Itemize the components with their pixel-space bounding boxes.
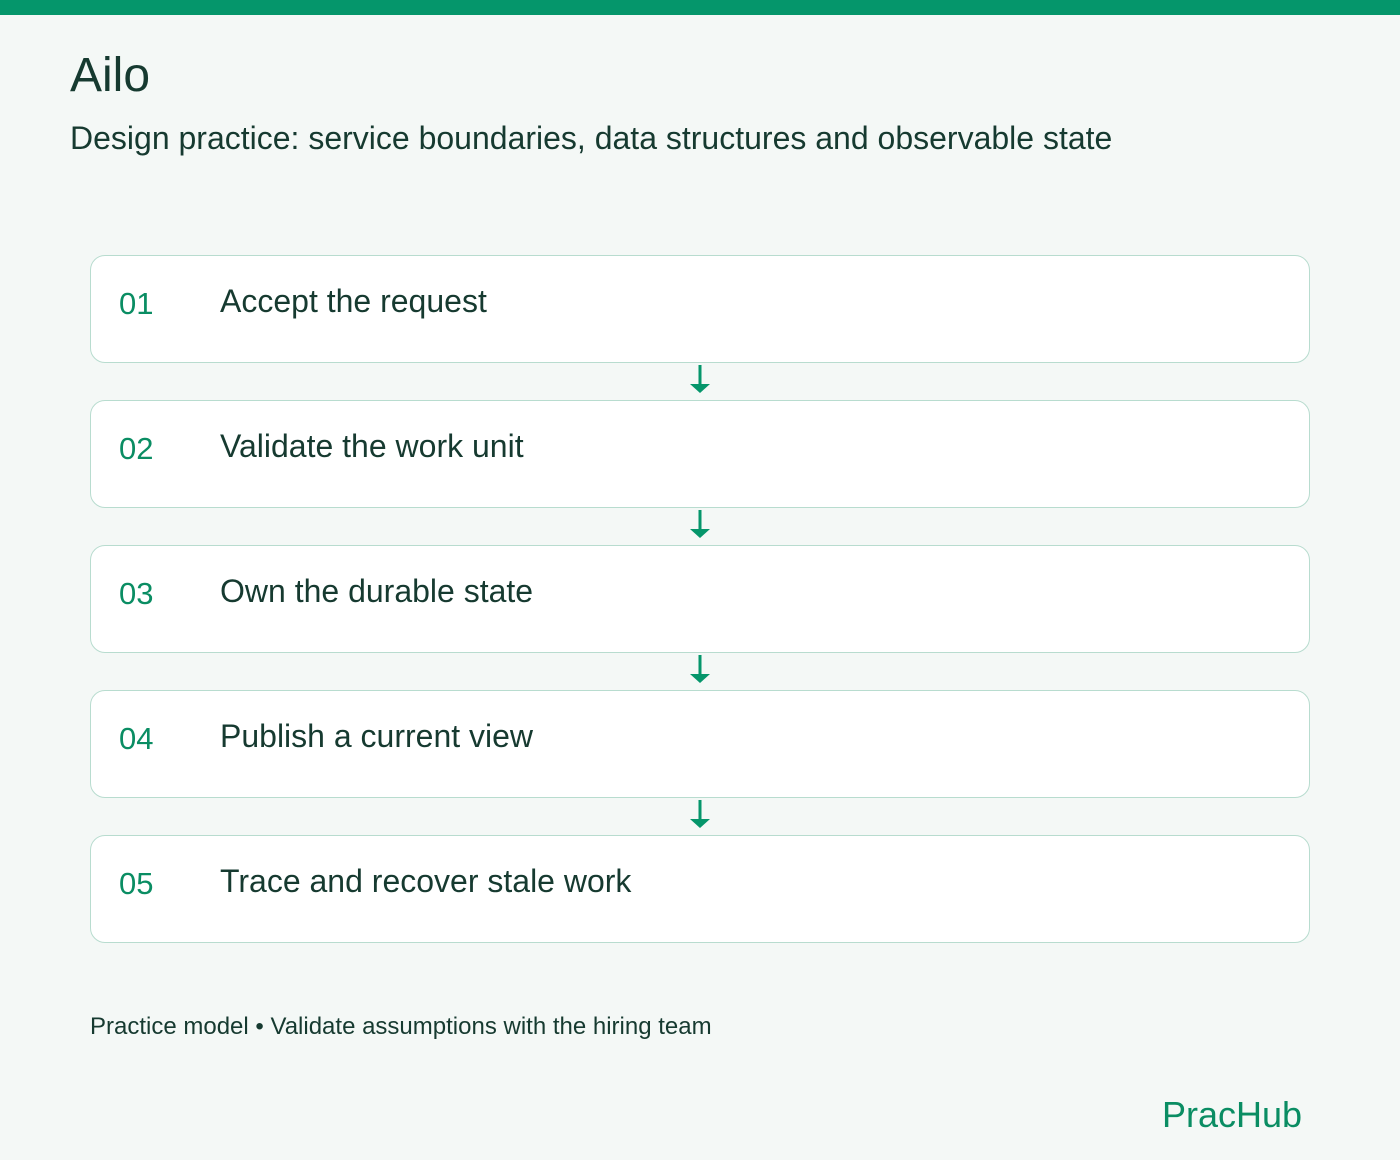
step-number: 01	[119, 286, 154, 321]
flow-connector	[90, 798, 1310, 835]
step-card-02: 02 Validate the work unit	[90, 400, 1310, 508]
flow-connector	[90, 508, 1310, 545]
step-number: 03	[119, 576, 154, 611]
flow-connector	[90, 363, 1310, 400]
step-label: Publish a current view	[220, 718, 534, 754]
arrow-down-icon	[690, 800, 710, 828]
footnote: Practice model • Validate assumptions wi…	[90, 1013, 712, 1040]
step-card-01: 01 Accept the request	[90, 255, 1310, 363]
step-label: Accept the request	[220, 283, 487, 319]
step-number: 04	[119, 721, 154, 756]
arrow-down-icon	[690, 655, 710, 683]
step-number: 05	[119, 866, 154, 901]
step-number: 02	[119, 431, 154, 466]
step-card-05: 05 Trace and recover stale work	[90, 835, 1310, 943]
arrow-down-icon	[690, 365, 710, 393]
page-title: Ailo	[70, 49, 151, 102]
step-card-03: 03 Own the durable state	[90, 545, 1310, 653]
step-label: Trace and recover stale work	[220, 863, 632, 899]
process-flow: 01 Accept the request 02 Validate the wo…	[90, 255, 1310, 943]
step-card-04: 04 Publish a current view	[90, 690, 1310, 798]
arrow-down-icon	[690, 510, 710, 538]
page-subtitle: Design practice: service boundaries, dat…	[70, 120, 1113, 156]
brand-logo: PracHub	[1161, 1094, 1302, 1135]
step-label: Own the durable state	[220, 573, 534, 609]
top-accent-bar	[0, 0, 1400, 15]
flow-connector	[90, 653, 1310, 690]
step-label: Validate the work unit	[220, 428, 524, 464]
